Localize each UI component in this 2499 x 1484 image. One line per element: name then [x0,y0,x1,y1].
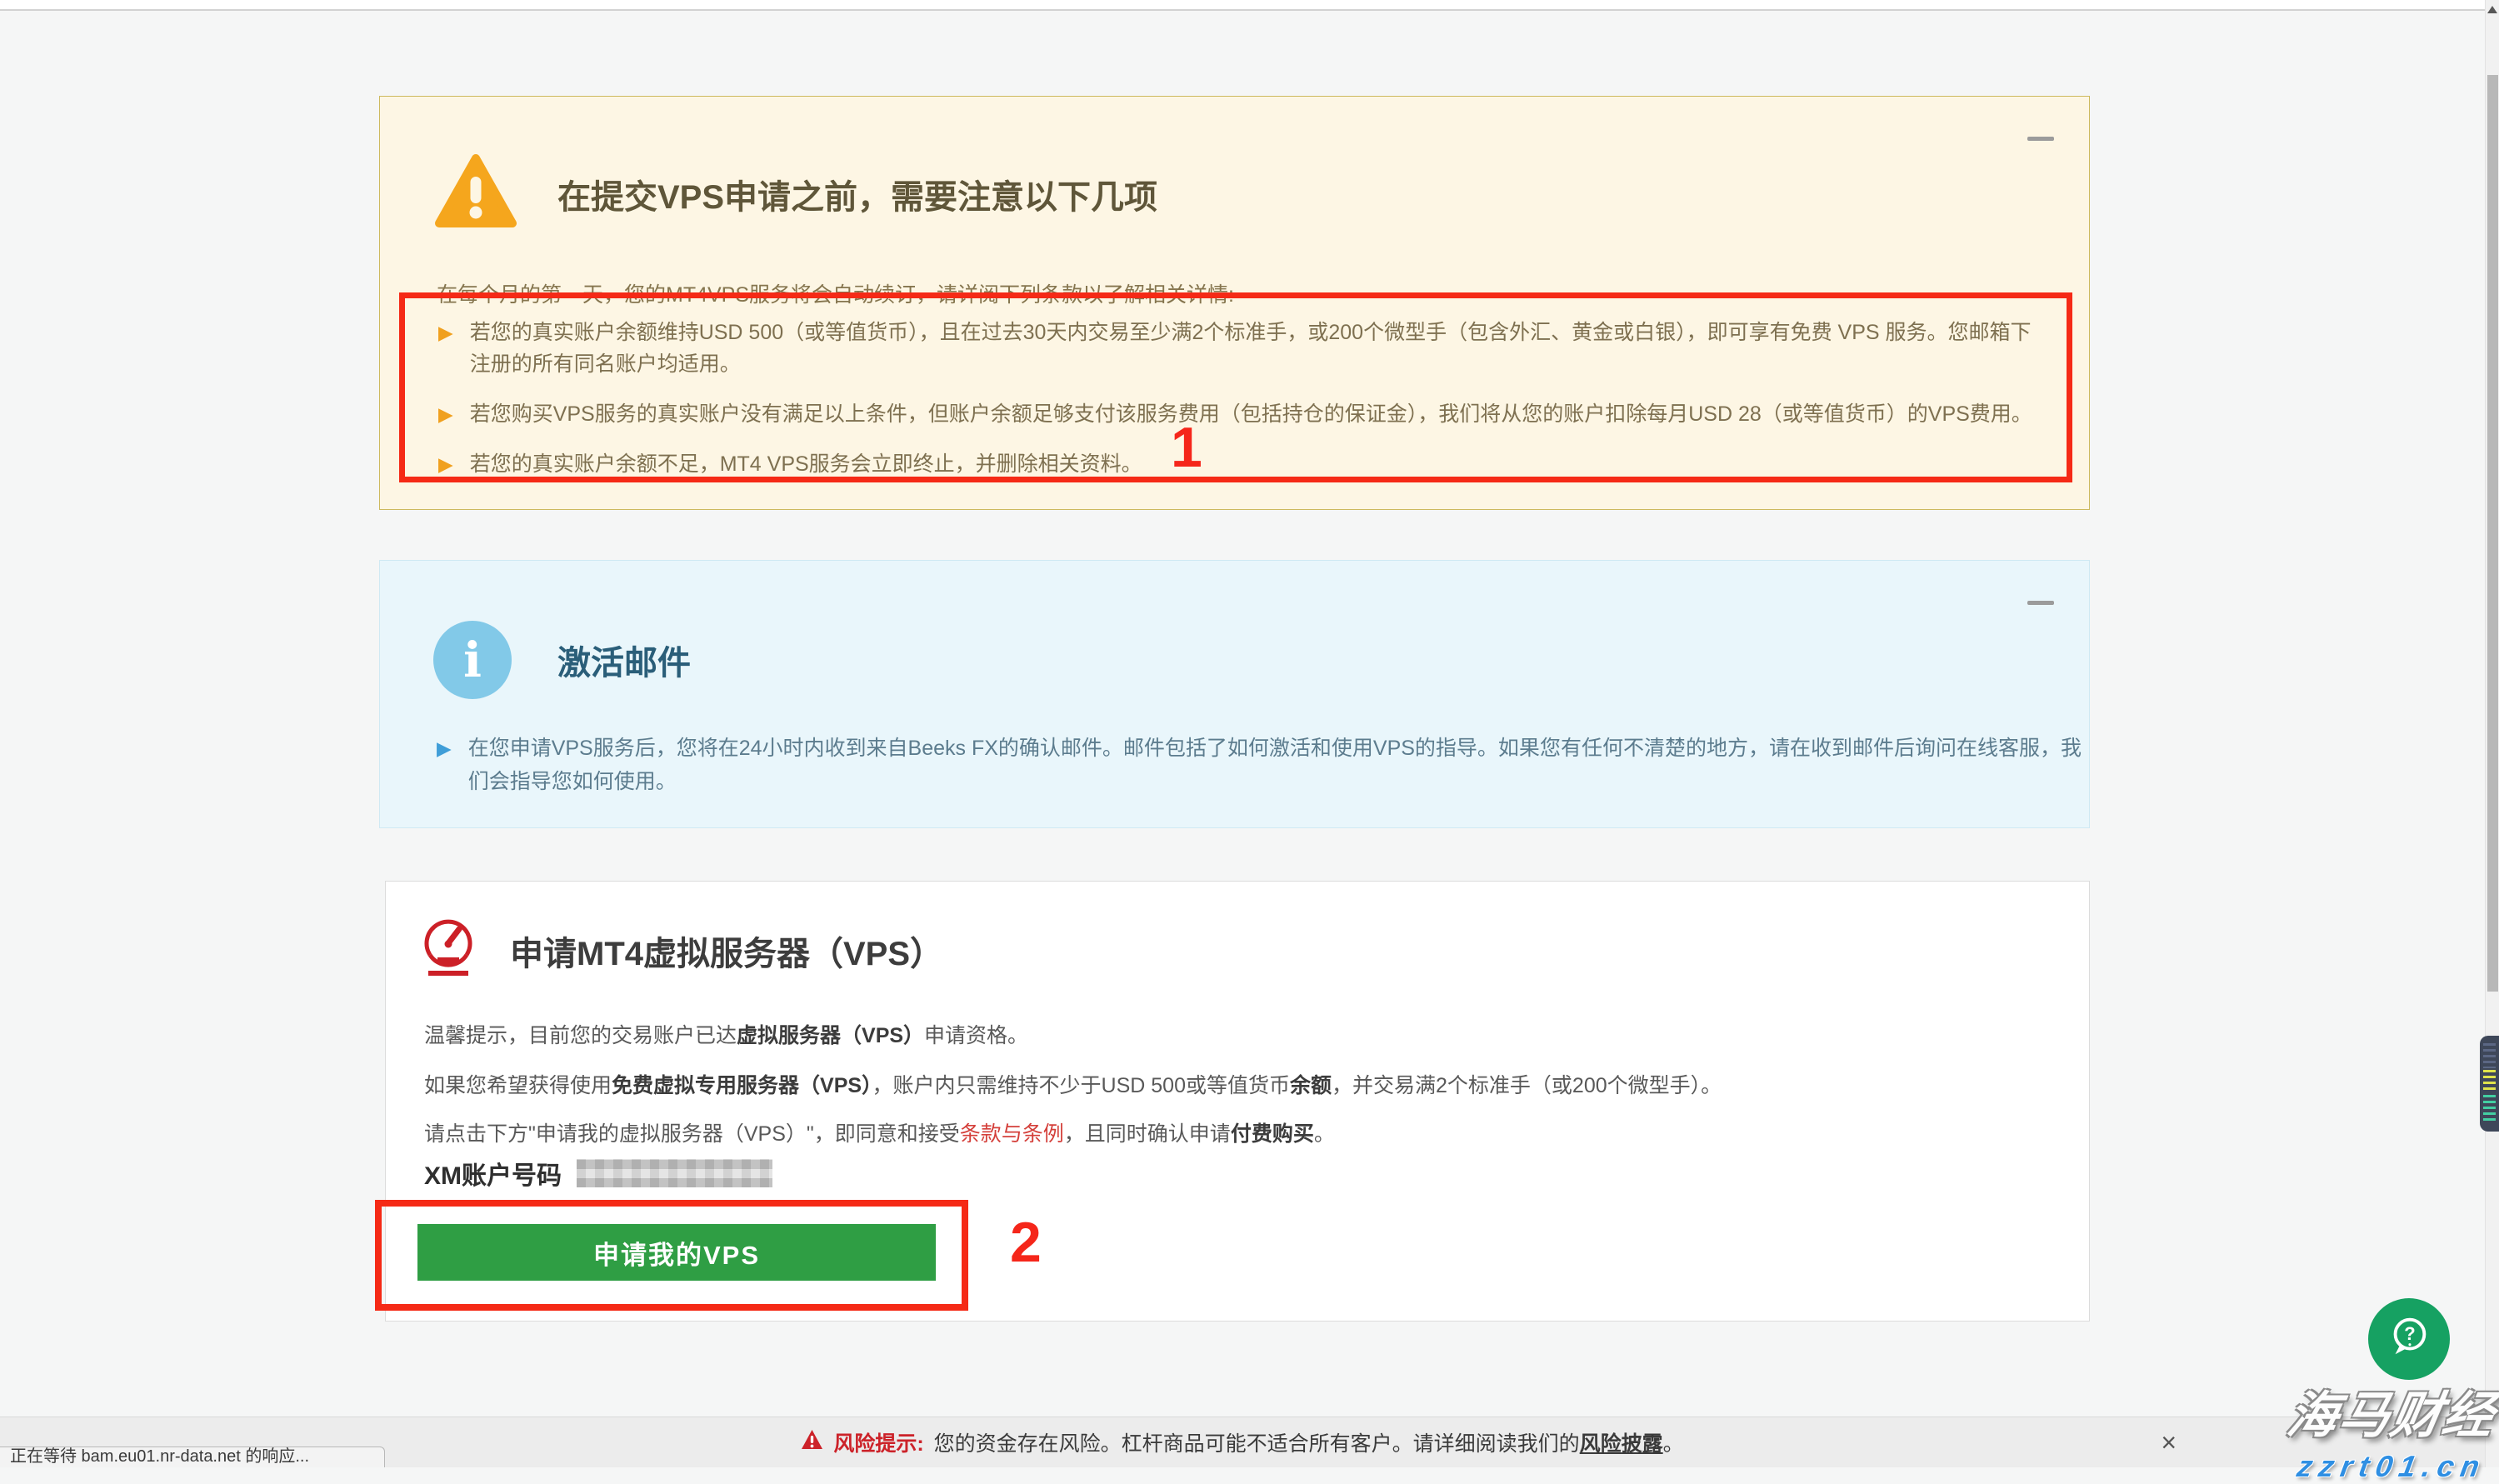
risk-triangle-icon [801,1429,823,1456]
annotation-box-2 [375,1200,968,1311]
annotation-number-1: 1 [1171,415,1202,480]
info-bullet-row: ▶ 在您申请VPS服务后，您将在24小时内收到来自Beeks FX的确认邮件。邮… [437,732,2091,798]
risk-disclosure-link[interactable]: 风险披露 [1580,1432,1663,1456]
gauge-stamp-icon [422,918,475,982]
widget-stripes-teal [2483,1095,2496,1122]
xm-account-label: XM账户号码 [424,1155,562,1192]
apply-paragraph-2: 如果您希望获得使用免费虚拟专用服务器（VPS），账户内只需维持不少于USD 50… [424,1069,1722,1099]
annotation-box-1: ▶ 若您的真实账户余额维持USD 500（或等值货币），且在过去30天内交易至少… [399,292,2072,482]
info-icon: i [433,621,512,699]
risk-label: 风险提示: [833,1427,923,1457]
collapse-minus-icon[interactable] [2027,137,2054,141]
terms-and-conditions-link[interactable]: 条款与条例 [960,1122,1064,1146]
bullet-arrow-icon: ▶ [438,398,453,430]
info-bullet-text: 在您申请VPS服务后，您将在24小时内收到来自Beeks FX的确认邮件。邮件包… [468,732,2091,798]
apply-panel-title: 申请MT4虚拟服务器（VPS） [510,927,943,975]
apply-paragraph-1: 温馨提示，目前您的交易账户已达虚拟服务器（VPS）申请资格。 [424,1019,1028,1049]
vps-warning-panel: 在提交VPS申请之前，需要注意以下几项 在每个月的第一天，您的MT4VPS服务将… [379,96,2090,510]
warning-bullet-text: 若您的真实账户余额不足，MT4 VPS服务会立即终止，并删除相关资料。 [470,448,1142,480]
annotation-number-2: 2 [1010,1210,1042,1275]
browser-top-strip [0,0,2499,11]
svg-text:?: ? [2404,1322,2416,1343]
watermark: 海马财经 zzrt01.cn [2276,1375,2499,1484]
risk-text: 您的资金存在风险。杠杆商品可能不适合所有客户。请详细阅读我们的风险披露。 [934,1427,1684,1457]
widget-stripes-yellow [2483,1070,2496,1093]
warning-bullet: ▶ 若您购买VPS服务的真实账户没有满足以上条件，但账户余额足够支付该服务费用（… [438,398,2042,430]
info-panel-title: 激活邮件 [557,636,691,684]
warning-bullet-text: 若您的真实账户余额维持USD 500（或等值货币），且在过去30天内交易至少满2… [470,317,2042,380]
scrollbar-thumb[interactable] [2487,75,2498,992]
warning-bullet-text: 若您购买VPS服务的真实账户没有满足以上条件，但账户余额足够支付该服务费用（包括… [470,398,2032,430]
apply-paragraph-3: 请点击下方"申请我的虚拟服务器（VPS）"，即同意和接受条款与条例，且同时确认申… [424,1117,1335,1147]
watermark-line2: zzrt01.cn [2276,1449,2488,1484]
scrollbar-track[interactable] [2485,0,2499,1467]
bullet-arrow-icon: ▶ [438,317,453,380]
watermark-line1: 海马财经 [2282,1375,2499,1447]
help-chat-button[interactable]: ? [2368,1298,2450,1380]
scroll-up-arrow-icon[interactable] [2487,6,2497,13]
warning-triangle-icon [434,153,517,234]
question-bubble-icon: ? [2385,1313,2433,1366]
warning-bullet: ▶ 若您的真实账户余额不足，MT4 VPS服务会立即终止，并删除相关资料。 [438,448,2042,480]
widget-stripes-navy [2483,1043,2496,1068]
side-extension-widget[interactable] [2480,1036,2499,1132]
warning-panel-title: 在提交VPS申请之前，需要注意以下几项 [557,170,1157,218]
browser-status-bar: 正在等待 bam.eu01.nr-data.net 的响应... [0,1447,385,1467]
collapse-minus-icon[interactable] [2027,601,2054,605]
activation-email-panel: i 激活邮件 ▶ 在您申请VPS服务后，您将在24小时内收到来自Beeks FX… [379,560,2090,828]
bullet-arrow-icon: ▶ [437,732,452,798]
close-icon[interactable]: × [2161,1429,2177,1456]
warning-bullet: ▶ 若您的真实账户余额维持USD 500（或等值货币），且在过去30天内交易至少… [438,317,2042,380]
account-number-blurred [577,1159,772,1187]
bullet-arrow-icon: ▶ [438,448,453,480]
